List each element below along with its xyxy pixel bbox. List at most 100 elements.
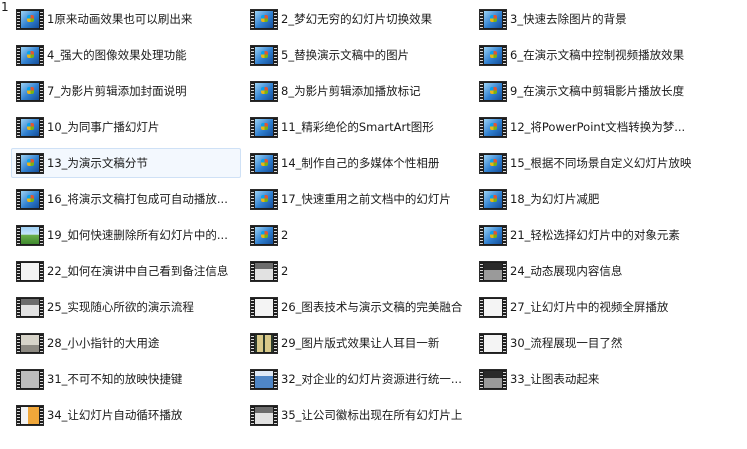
file-item[interactable]: 5_替换演示文稿中的图片 (245, 40, 470, 70)
thumbnail-screen (484, 190, 502, 208)
file-item[interactable]: 16_将演示文稿打包成可自动播放... (11, 184, 241, 214)
file-name: 30_流程展现一目了然 (510, 336, 623, 350)
thumbnail-screen (484, 370, 502, 388)
video-thumbnail-icon (479, 368, 507, 390)
video-thumbnail-icon (250, 44, 278, 66)
thumbnail-screen (255, 82, 273, 100)
video-thumbnail-icon (16, 8, 44, 30)
file-item[interactable]: 33_让图表动起来 (474, 364, 724, 394)
thumbnail-screen (21, 154, 39, 172)
file-name: 11_精彩绝伦的SmartArt图形 (281, 120, 434, 134)
file-name: 29_图片版式效果让人耳目一新 (281, 336, 440, 350)
file-item[interactable]: 34_让幻灯片自动循环播放 (11, 400, 241, 430)
file-item[interactable]: 28_小小指针的大用途 (11, 328, 241, 358)
file-item[interactable]: 22_如何在演讲中自己看到备注信息 (11, 256, 241, 286)
video-thumbnail-icon (250, 116, 278, 138)
file-item[interactable]: 2 (245, 220, 470, 250)
file-item[interactable]: 31_不可不知的放映快捷键 (11, 364, 241, 394)
file-name: 17_快速重用之前文档中的幻灯片 (281, 192, 451, 206)
thumbnail-screen (255, 226, 273, 244)
thumbnail-screen (21, 82, 39, 100)
thumbnail-screen (21, 190, 39, 208)
file-name: 34_让幻灯片自动循环播放 (47, 408, 183, 422)
video-thumbnail-icon (479, 8, 507, 30)
video-thumbnail-icon (16, 44, 44, 66)
thumbnail-screen (255, 370, 273, 388)
file-item[interactable]: 7_为影片剪辑添加封面说明 (11, 76, 241, 106)
file-item[interactable]: 27_让幻灯片中的视频全屏播放 (474, 292, 724, 322)
thumbnail-screen (21, 46, 39, 64)
file-name: 19_如何快速删除所有幻灯片中的... (47, 228, 228, 242)
file-item[interactable]: 10_为同事广播幻灯片 (11, 112, 241, 142)
file-name: 28_小小指针的大用途 (47, 336, 160, 350)
thumbnail-screen (21, 226, 39, 244)
file-item[interactable]: 12_将PowerPoint文档转换为梦... (474, 112, 724, 142)
file-item[interactable]: 11_精彩绝伦的SmartArt图形 (245, 112, 470, 142)
video-thumbnail-icon (16, 404, 44, 426)
video-thumbnail-icon (16, 152, 44, 174)
file-name: 5_替换演示文稿中的图片 (281, 48, 410, 62)
thumbnail-screen (21, 262, 39, 280)
thumbnail-screen (255, 334, 273, 352)
thumbnail-screen (484, 118, 502, 136)
video-thumbnail-icon (479, 296, 507, 318)
file-name: 8_为影片剪辑添加播放标记 (281, 84, 421, 98)
file-item[interactable]: 2 (245, 256, 470, 286)
file-item[interactable]: 15_根据不同场景自定义幻灯片放映 (474, 148, 724, 178)
file-item[interactable]: 26_图表技术与演示文稿的完美融合 (245, 292, 470, 322)
file-name: 33_让图表动起来 (510, 372, 600, 386)
video-thumbnail-icon (16, 368, 44, 390)
file-item[interactable]: 17_快速重用之前文档中的幻灯片 (245, 184, 470, 214)
file-item[interactable]: 2_梦幻无穷的幻灯片切换效果 (245, 4, 470, 34)
file-item[interactable]: 30_流程展现一目了然 (474, 328, 724, 358)
file-name: 2 (281, 228, 289, 242)
file-name: 32_对企业的幻灯片资源进行统一... (281, 372, 462, 386)
file-name: 10_为同事广播幻灯片 (47, 120, 160, 134)
video-thumbnail-icon (250, 260, 278, 282)
video-thumbnail-icon (250, 8, 278, 30)
file-item[interactable]: 35_让公司徽标出现在所有幻灯片上 (245, 400, 470, 430)
file-name: 31_不可不知的放映快捷键 (47, 372, 183, 386)
file-name: 15_根据不同场景自定义幻灯片放映 (510, 156, 692, 170)
thumbnail-screen (484, 46, 502, 64)
file-name: 7_为影片剪辑添加封面说明 (47, 84, 187, 98)
video-thumbnail-icon (16, 332, 44, 354)
video-thumbnail-icon (479, 80, 507, 102)
file-item[interactable]: 18_为幻灯片减肥 (474, 184, 724, 214)
thumbnail-screen (21, 10, 39, 28)
thumbnail-screen (484, 154, 502, 172)
thumbnail-screen (21, 370, 39, 388)
video-thumbnail-icon (250, 224, 278, 246)
thumbnail-screen (255, 262, 273, 280)
file-name: 22_如何在演讲中自己看到备注信息 (47, 264, 229, 278)
file-item[interactable]: 3_快速去除图片的背景 (474, 4, 724, 34)
thumbnail-screen (255, 118, 273, 136)
file-item[interactable]: 9_在演示文稿中剪辑影片播放长度 (474, 76, 724, 106)
file-name: 3_快速去除图片的背景 (510, 12, 627, 26)
file-item[interactable]: 4_强大的图像效果处理功能 (11, 40, 241, 70)
file-item[interactable]: 32_对企业的幻灯片资源进行统一... (245, 364, 470, 394)
thumbnail-screen (21, 334, 39, 352)
file-name: 13_为演示文稿分节 (47, 156, 148, 170)
file-item[interactable]: 14_制作自己的多媒体个性相册 (245, 148, 470, 178)
thumbnail-screen (484, 298, 502, 316)
file-item[interactable]: 19_如何快速删除所有幻灯片中的... (11, 220, 241, 250)
thumbnail-screen (21, 118, 39, 136)
file-item[interactable]: 6_在演示文稿中控制视频播放效果 (474, 40, 724, 70)
thumbnail-screen (484, 226, 502, 244)
thumbnail-screen (484, 10, 502, 28)
file-item[interactable]: 8_为影片剪辑添加播放标记 (245, 76, 470, 106)
file-item[interactable]: 29_图片版式效果让人耳目一新 (245, 328, 470, 358)
file-name: 21_轻松选择幻灯片中的对象元素 (510, 228, 680, 242)
video-thumbnail-icon (16, 80, 44, 102)
file-item[interactable]: 1原来动画效果也可以刷出来 (11, 4, 241, 34)
video-thumbnail-icon (250, 332, 278, 354)
file-name: 14_制作自己的多媒体个性相册 (281, 156, 440, 170)
file-item[interactable]: 21_轻松选择幻灯片中的对象元素 (474, 220, 724, 250)
file-item[interactable]: 24_动态展现内容信息 (474, 256, 724, 286)
thumbnail-screen (484, 82, 502, 100)
thumbnail-screen (255, 154, 273, 172)
file-name: 18_为幻灯片减肥 (510, 192, 600, 206)
file-item[interactable]: 13_为演示文稿分节 (11, 148, 241, 178)
file-item[interactable]: 25_实现随心所欲的演示流程 (11, 292, 241, 322)
